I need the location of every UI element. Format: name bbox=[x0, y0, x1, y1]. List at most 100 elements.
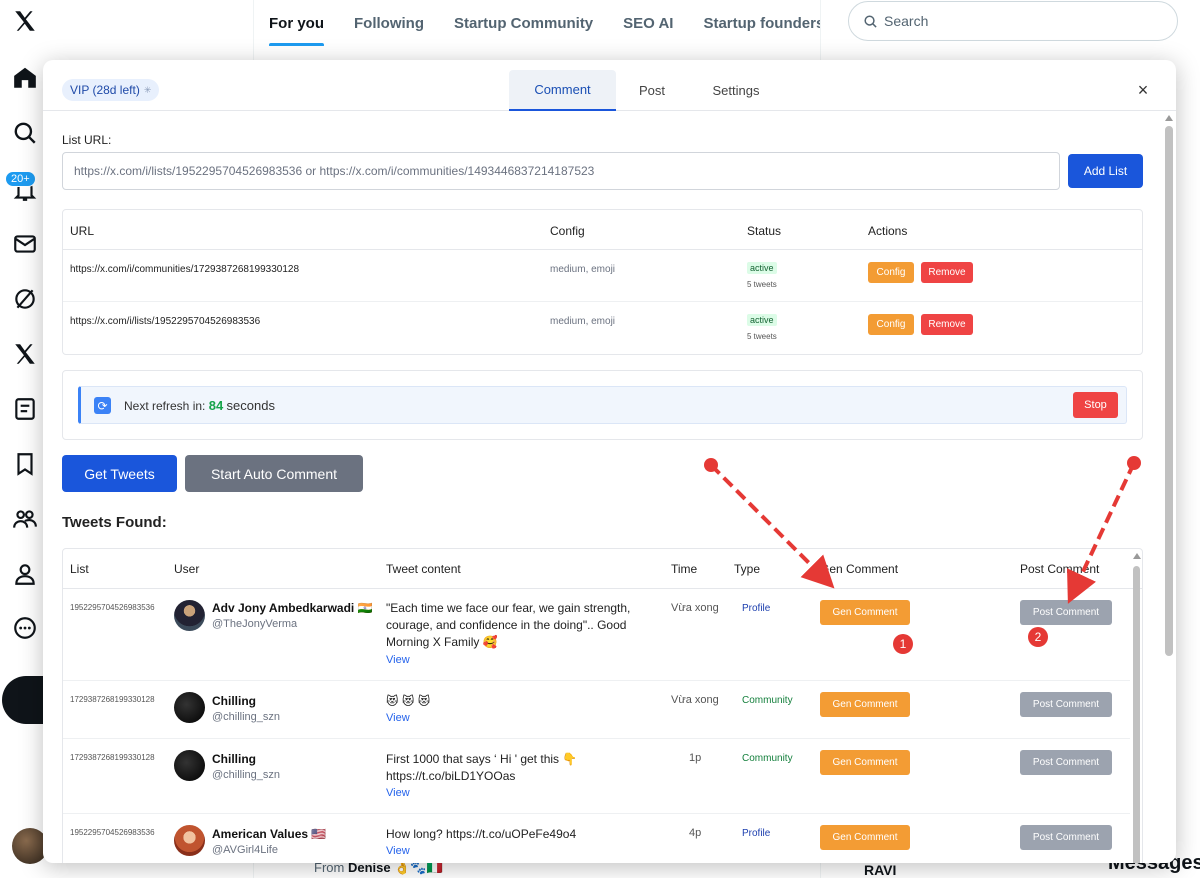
tweet-list-id: 1952295704526983536 bbox=[70, 828, 155, 837]
gen-comment-button[interactable]: Gen Comment bbox=[820, 750, 910, 775]
tab-settings[interactable]: Settings bbox=[701, 70, 771, 111]
avatar[interactable] bbox=[174, 600, 205, 631]
status-badge: active bbox=[747, 262, 777, 274]
list-url: https://x.com/i/communities/172938726819… bbox=[70, 264, 300, 275]
tweet-type: Community bbox=[742, 695, 793, 706]
scroll-up-arrow-icon[interactable] bbox=[1165, 115, 1173, 121]
tweet-type: Profile bbox=[742, 828, 771, 839]
tab-for-you[interactable]: For you bbox=[269, 15, 324, 46]
modal-scroll-thumb[interactable] bbox=[1165, 126, 1173, 656]
vip-badge: VIP (28d left) ✳ bbox=[62, 79, 160, 101]
tweet-row: 1729387268199330128 Chilling @chilling_s… bbox=[63, 739, 1130, 814]
refresh-banner: ⟳ Next refresh in: 84 seconds Stop bbox=[78, 386, 1127, 424]
start-auto-comment-button[interactable]: Start Auto Comment bbox=[185, 455, 363, 492]
search-icon bbox=[864, 14, 877, 28]
list-url-placeholder: https://x.com/i/lists/195229570452698353… bbox=[74, 164, 595, 178]
post-comment-button[interactable]: Post Comment bbox=[1020, 825, 1112, 850]
tweet-user-name: Adv Jony Ambedkarwadi 🇮🇳 bbox=[212, 601, 373, 615]
header-list: List bbox=[70, 562, 89, 576]
x-search-input[interactable]: Search bbox=[848, 1, 1178, 41]
avatar[interactable] bbox=[174, 825, 205, 856]
tab-following[interactable]: Following bbox=[354, 15, 424, 32]
tab-seo-ai[interactable]: SEO AI bbox=[623, 15, 673, 32]
tweets-found-title: Tweets Found: bbox=[62, 514, 167, 531]
extension-modal: VIP (28d left) ✳ Comment Post Settings ×… bbox=[43, 60, 1176, 863]
view-link[interactable]: View bbox=[386, 712, 410, 724]
gen-comment-button[interactable]: Gen Comment bbox=[820, 600, 910, 625]
remove-button[interactable]: Remove bbox=[921, 314, 973, 335]
tweet-user-name: American Values 🇺🇸 bbox=[212, 827, 327, 841]
gen-comment-button[interactable]: Gen Comment bbox=[820, 825, 910, 850]
config-button[interactable]: Config bbox=[868, 262, 914, 283]
close-icon[interactable]: × bbox=[1133, 80, 1153, 100]
tweet-time: 4p bbox=[689, 827, 702, 839]
home-icon[interactable] bbox=[10, 63, 40, 93]
x-logo-icon[interactable] bbox=[10, 6, 40, 36]
tweet-list-id: 1729387268199330128 bbox=[70, 695, 155, 704]
tab-startup-founders[interactable]: Startup founders & fr bbox=[703, 15, 820, 32]
tweets-scroll-thumb[interactable] bbox=[1133, 566, 1140, 863]
more-icon[interactable] bbox=[10, 613, 40, 643]
view-link[interactable]: View bbox=[386, 654, 410, 666]
config-button[interactable]: Config bbox=[868, 314, 914, 335]
tab-startup-community[interactable]: Startup Community bbox=[454, 15, 593, 32]
header-post-comment: Post Comment bbox=[1020, 562, 1100, 576]
tweets-scrollbar[interactable] bbox=[1130, 549, 1142, 863]
header-url: URL bbox=[70, 224, 95, 238]
tweet-content: "Each time we face our fear, we gain str… bbox=[386, 601, 631, 649]
grok-icon[interactable] bbox=[10, 284, 40, 314]
gen-comment-button[interactable]: Gen Comment bbox=[820, 692, 910, 717]
tweet-type: Community bbox=[742, 753, 793, 764]
post-comment-button[interactable]: Post Comment bbox=[1020, 750, 1112, 775]
scroll-up-arrow-icon[interactable] bbox=[1133, 553, 1141, 559]
status-tweet-count: 5 tweets bbox=[747, 332, 777, 341]
post-comment-button[interactable]: Post Comment bbox=[1020, 600, 1112, 625]
tweet-user-name: Chilling bbox=[212, 752, 256, 766]
annotation-number-2: 2 bbox=[1028, 627, 1048, 647]
post-comment-button[interactable]: Post Comment bbox=[1020, 692, 1112, 717]
timeline-tabs: For you Following Startup Community SEO … bbox=[254, 0, 820, 46]
get-tweets-button[interactable]: Get Tweets bbox=[62, 455, 177, 492]
stop-button[interactable]: Stop bbox=[1073, 392, 1118, 418]
tab-post[interactable]: Post bbox=[626, 70, 678, 111]
vip-sparkle-icon: ✳ bbox=[143, 84, 152, 95]
status-tweet-count: 5 tweets bbox=[747, 280, 777, 289]
view-link[interactable]: View bbox=[386, 845, 410, 857]
list-url-input[interactable]: https://x.com/i/lists/195229570452698353… bbox=[62, 152, 1060, 190]
add-list-button[interactable]: Add List bbox=[1068, 154, 1143, 188]
header-type: Type bbox=[734, 562, 761, 576]
lists-table: URL Config Status Actions https://x.com/… bbox=[62, 209, 1143, 355]
tweet-content: First 1000 that says ‘ Hi ' get this 👇 h… bbox=[386, 752, 578, 783]
list-config: medium, emoji bbox=[550, 264, 616, 275]
list-config: medium, emoji bbox=[550, 316, 616, 327]
modal-scrollbar[interactable] bbox=[1163, 112, 1175, 862]
premium-x-icon[interactable] bbox=[10, 339, 40, 369]
header-config: Config bbox=[550, 224, 585, 238]
messages-mail-icon[interactable] bbox=[10, 229, 40, 259]
tab-comment[interactable]: Comment bbox=[509, 70, 616, 111]
explore-search-icon[interactable] bbox=[10, 118, 40, 148]
remove-button[interactable]: Remove bbox=[921, 262, 973, 283]
tweet-type: Profile bbox=[742, 603, 771, 614]
refresh-countdown: Next refresh in: 84 seconds bbox=[124, 398, 275, 413]
communities-icon[interactable] bbox=[10, 504, 40, 534]
lists-icon[interactable] bbox=[10, 394, 40, 424]
refresh-label: Next refresh in: bbox=[124, 399, 206, 413]
bookmarks-icon[interactable] bbox=[10, 449, 40, 479]
annotation-number-1: 1 bbox=[893, 634, 913, 654]
refresh-unit: seconds bbox=[226, 398, 275, 413]
avatar[interactable] bbox=[174, 692, 205, 723]
lists-table-header: URL Config Status Actions bbox=[63, 210, 1142, 250]
tweet-list-id: 1729387268199330128 bbox=[70, 753, 155, 762]
tweets-table-header: List User Tweet content Time Type Gen Co… bbox=[63, 549, 1142, 589]
sidebar-ravi-text: RAVI bbox=[864, 862, 897, 878]
profile-icon[interactable] bbox=[10, 559, 40, 589]
avatar[interactable] bbox=[174, 750, 205, 781]
header-status: Status bbox=[747, 224, 782, 238]
tweet-user-handle: @chilling_szn bbox=[212, 769, 281, 781]
header-user: User bbox=[174, 562, 200, 576]
search-placeholder: Search bbox=[884, 13, 929, 29]
lists-table-row: https://x.com/i/communities/172938726819… bbox=[63, 250, 1142, 302]
view-link[interactable]: View bbox=[386, 787, 410, 799]
lists-table-row: https://x.com/i/lists/195229570452698353… bbox=[63, 302, 1142, 354]
